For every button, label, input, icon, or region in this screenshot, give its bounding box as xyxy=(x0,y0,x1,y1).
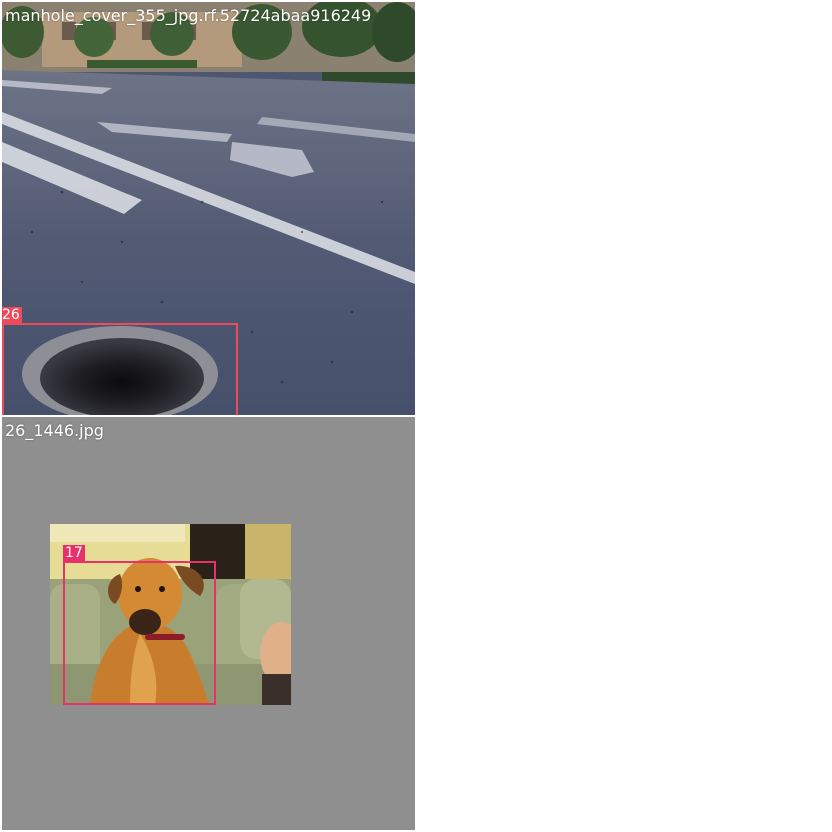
detection-class-label: 17 xyxy=(63,545,85,561)
image-tile-dog: 17 26_1446.jpg xyxy=(2,417,415,830)
image-filename-caption: 26_1446.jpg xyxy=(5,421,104,440)
detection-class-label: 26 xyxy=(2,307,22,323)
detection-box-manhole xyxy=(2,323,238,415)
image-tile-manhole: 26 manhole_cover_355_jpg.rf.52724abaa916… xyxy=(2,2,415,415)
detection-box-dog xyxy=(63,561,216,705)
image-filename-caption: manhole_cover_355_jpg.rf.52724abaa916249 xyxy=(5,6,372,25)
